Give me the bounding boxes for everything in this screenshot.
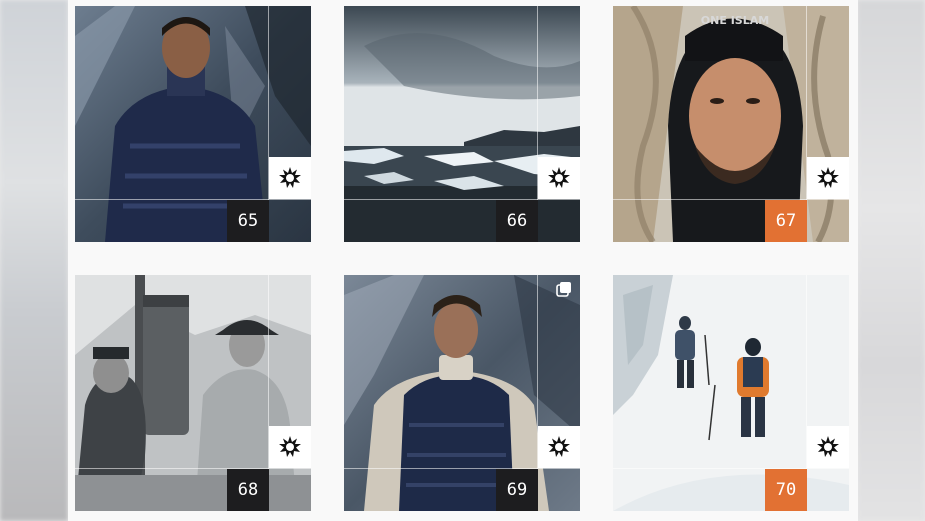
instagram-grid: 65 66 ONE ISLAM 67 68 69 70 bbox=[68, 0, 858, 521]
sun-burst-icon bbox=[279, 436, 301, 457]
post-image-70 bbox=[613, 275, 849, 511]
post-image-65 bbox=[75, 6, 311, 242]
brand-badge bbox=[807, 157, 849, 199]
post-image-66 bbox=[344, 6, 580, 242]
post-number-badge: 67 bbox=[765, 200, 807, 242]
brand-badge bbox=[269, 426, 311, 468]
background-blur-right bbox=[857, 0, 925, 521]
post-number-badge: 70 bbox=[765, 469, 807, 511]
grid-post-65[interactable]: 65 bbox=[75, 6, 311, 242]
grid-overlay-line bbox=[613, 468, 849, 469]
sun-burst-icon bbox=[279, 167, 301, 188]
post-image-69 bbox=[344, 275, 580, 511]
grid-post-70[interactable]: 70 bbox=[613, 275, 849, 511]
gallery-stack-icon bbox=[556, 282, 571, 297]
brand-badge bbox=[538, 426, 580, 468]
sun-burst-icon bbox=[817, 436, 839, 457]
sun-burst-icon bbox=[548, 167, 570, 188]
post-number-badge: 65 bbox=[227, 200, 269, 242]
sun-burst-icon bbox=[817, 167, 839, 188]
grid-post-66[interactable]: 66 bbox=[344, 6, 580, 242]
grid-overlay-line bbox=[344, 468, 580, 469]
brand-badge bbox=[807, 426, 849, 468]
post-number-badge: 69 bbox=[496, 469, 538, 511]
grid-overlay-line bbox=[344, 199, 580, 200]
post-image-68 bbox=[75, 275, 311, 511]
sun-burst-icon bbox=[548, 436, 570, 457]
grid-post-69[interactable]: 69 bbox=[344, 275, 580, 511]
post-number-badge: 66 bbox=[496, 200, 538, 242]
grid-overlay-line bbox=[75, 199, 311, 200]
grid-overlay-line bbox=[613, 199, 849, 200]
grid-overlay-line bbox=[75, 468, 311, 469]
brand-badge bbox=[269, 157, 311, 199]
post-number-badge: 68 bbox=[227, 469, 269, 511]
grid-post-67[interactable]: ONE ISLAM 67 bbox=[613, 6, 849, 242]
background-blur-left bbox=[0, 0, 68, 521]
brand-badge bbox=[538, 157, 580, 199]
beanie-text: ONE ISLAM bbox=[701, 14, 769, 27]
grid-post-68[interactable]: 68 bbox=[75, 275, 311, 511]
post-image-67: ONE ISLAM bbox=[613, 6, 849, 242]
